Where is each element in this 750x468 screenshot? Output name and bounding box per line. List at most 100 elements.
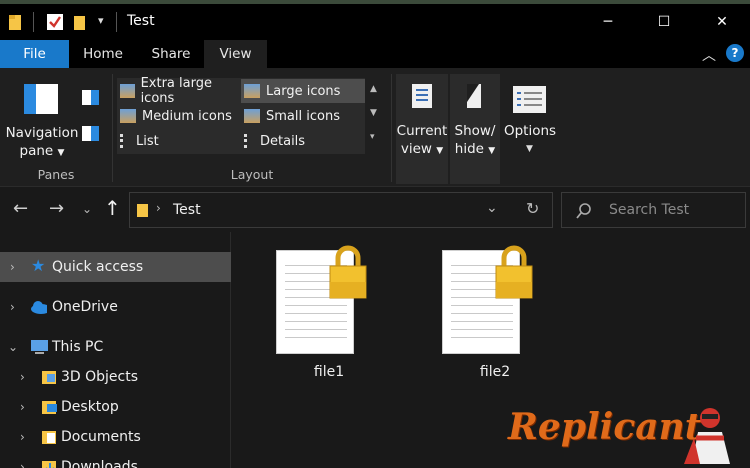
- recent-locations-chevron-icon[interactable]: ⌄: [82, 202, 92, 216]
- nav-item-label: 3D Objects: [61, 369, 139, 385]
- file-name[interactable]: file1: [244, 364, 414, 380]
- file-item[interactable]: file2: [410, 232, 533, 382]
- collapse-ribbon-icon[interactable]: ︿: [702, 45, 716, 65]
- properties-checkbox-icon[interactable]: [46, 13, 64, 31]
- chevron-down-icon: ▼: [436, 146, 444, 156]
- cloud-icon: [31, 301, 47, 314]
- gallery-scroll-up-icon[interactable]: ▲: [370, 84, 377, 94]
- nav-item-downloads[interactable]: › Downloads: [0, 452, 231, 468]
- refresh-icon[interactable]: ↻: [526, 199, 539, 218]
- show-hide-label2: hide: [454, 141, 484, 157]
- forward-arrow-icon[interactable]: →: [49, 198, 64, 219]
- chevron-right-icon[interactable]: ›: [20, 370, 25, 384]
- nav-item-onedrive[interactable]: › OneDrive: [0, 292, 231, 322]
- search-box[interactable]: Search Test: [561, 192, 746, 228]
- show-hide-button[interactable]: Show/ hide ▼: [450, 74, 500, 184]
- nav-item-this-pc[interactable]: ⌄ This PC: [0, 332, 231, 362]
- customize-quick-access-dropdown-icon[interactable]: ▾: [98, 14, 104, 27]
- window-title: Test: [127, 13, 155, 29]
- lock-icon: [329, 245, 367, 299]
- nav-item-quick-access[interactable]: › ★ Quick access: [0, 252, 231, 282]
- folder-icon: [137, 204, 148, 217]
- star-icon: ★: [31, 256, 46, 275]
- mascot-icon: [684, 408, 730, 464]
- chevron-right-icon[interactable]: ›: [20, 400, 25, 414]
- breadcrumb-path[interactable]: Test: [173, 202, 201, 218]
- navigation-pane-label: Navigation: [5, 125, 79, 141]
- tab-home[interactable]: Home: [74, 40, 132, 68]
- search-input[interactable]: Search Test: [609, 202, 689, 218]
- current-view-label: Current: [396, 123, 448, 139]
- minimize-button[interactable]: ─: [580, 4, 636, 40]
- nav-item-label: OneDrive: [52, 299, 118, 315]
- layout-medium-icons[interactable]: Medium icons: [120, 104, 240, 128]
- large-icons-icon: [244, 84, 260, 98]
- nav-item-desktop[interactable]: › Desktop: [0, 392, 231, 422]
- desktop-folder-icon: [42, 401, 57, 414]
- breadcrumb-separator-icon: ›: [156, 201, 161, 215]
- layout-item-label: List: [136, 133, 159, 149]
- list-icon: [120, 134, 130, 148]
- nav-item-documents[interactable]: › Documents: [0, 422, 231, 452]
- layout-item-label: Details: [260, 133, 306, 149]
- file-name[interactable]: file2: [410, 364, 580, 380]
- show-hide-icon: [467, 84, 481, 108]
- layout-list[interactable]: List: [120, 129, 240, 153]
- computer-icon: [31, 340, 48, 354]
- search-icon: [576, 203, 591, 219]
- chevron-down-icon[interactable]: ⌄: [8, 340, 18, 354]
- address-dropdown-icon[interactable]: ⌄: [486, 200, 498, 216]
- preview-pane-icon[interactable]: [82, 90, 100, 106]
- chevron-down-icon: ▼: [526, 144, 533, 154]
- layout-item-label: Large icons: [266, 83, 341, 99]
- layout-item-label: Medium icons: [142, 108, 232, 124]
- panes-group-label: Panes: [37, 167, 75, 182]
- layout-large-icons[interactable]: Large icons: [241, 79, 365, 103]
- layout-extra-large-icons[interactable]: Extra large icons: [120, 76, 240, 106]
- documents-folder-icon: [42, 431, 56, 444]
- nav-item-label: This PC: [52, 339, 104, 355]
- tab-file[interactable]: File: [0, 40, 69, 68]
- ribbon-tabs: File Home Share View ︿ ?: [0, 40, 750, 68]
- chevron-right-icon[interactable]: ›: [10, 300, 15, 314]
- navigation-pane-label2: pane: [19, 143, 54, 159]
- folder-app-icon: [9, 15, 21, 30]
- nav-item-3d-objects[interactable]: › 3D Objects: [0, 362, 231, 392]
- options-button[interactable]: Options ▼: [503, 74, 557, 184]
- maximize-button[interactable]: ☐: [636, 4, 692, 40]
- details-icon: [244, 134, 254, 148]
- file-item[interactable]: file1: [244, 232, 367, 382]
- 3d-objects-icon: [42, 371, 56, 384]
- current-view-button[interactable]: Current view ▼: [396, 74, 448, 184]
- chevron-right-icon[interactable]: ›: [20, 460, 25, 468]
- gallery-expand-icon[interactable]: ▾: [370, 132, 375, 142]
- lock-icon: [495, 245, 533, 299]
- layout-details[interactable]: Details: [244, 129, 364, 153]
- chevron-right-icon[interactable]: ›: [20, 430, 25, 444]
- replicant-watermark: Replicant: [508, 406, 702, 448]
- layout-small-icons[interactable]: Small icons: [244, 104, 364, 128]
- chevron-right-icon[interactable]: ›: [10, 260, 15, 274]
- layout-item-label: Small icons: [266, 108, 340, 124]
- back-arrow-icon[interactable]: ←: [13, 198, 28, 219]
- details-pane-icon[interactable]: [82, 126, 100, 142]
- current-view-label2: view: [400, 141, 432, 157]
- close-button[interactable]: ✕: [694, 4, 750, 40]
- help-icon[interactable]: ?: [726, 44, 744, 62]
- show-hide-label: Show/: [454, 123, 496, 139]
- tab-share[interactable]: Share: [140, 40, 202, 68]
- gallery-scroll-down-icon[interactable]: ▼: [370, 108, 377, 118]
- navigation-pane-button[interactable]: Navigation pane ▼: [4, 76, 80, 168]
- new-folder-icon[interactable]: [73, 13, 87, 31]
- layout-group-label: Layout: [230, 167, 274, 182]
- downloads-folder-icon: [42, 461, 56, 468]
- tab-view[interactable]: View: [204, 40, 267, 68]
- chevron-down-icon: ▼: [57, 148, 65, 158]
- small-icons-icon: [244, 109, 260, 123]
- explorer-window: ▾ Test ─ ☐ ✕ File Home Share View ︿ ? Na…: [0, 0, 750, 468]
- address-bar[interactable]: › Test ⌄ ↻: [129, 192, 553, 228]
- navigation-pane: › ★ Quick access › OneDrive ⌄ This PC › …: [0, 232, 231, 468]
- extra-large-icons-icon: [120, 84, 135, 98]
- layout-item-label: Extra large icons: [140, 76, 212, 106]
- up-arrow-icon[interactable]: ↑: [104, 196, 121, 220]
